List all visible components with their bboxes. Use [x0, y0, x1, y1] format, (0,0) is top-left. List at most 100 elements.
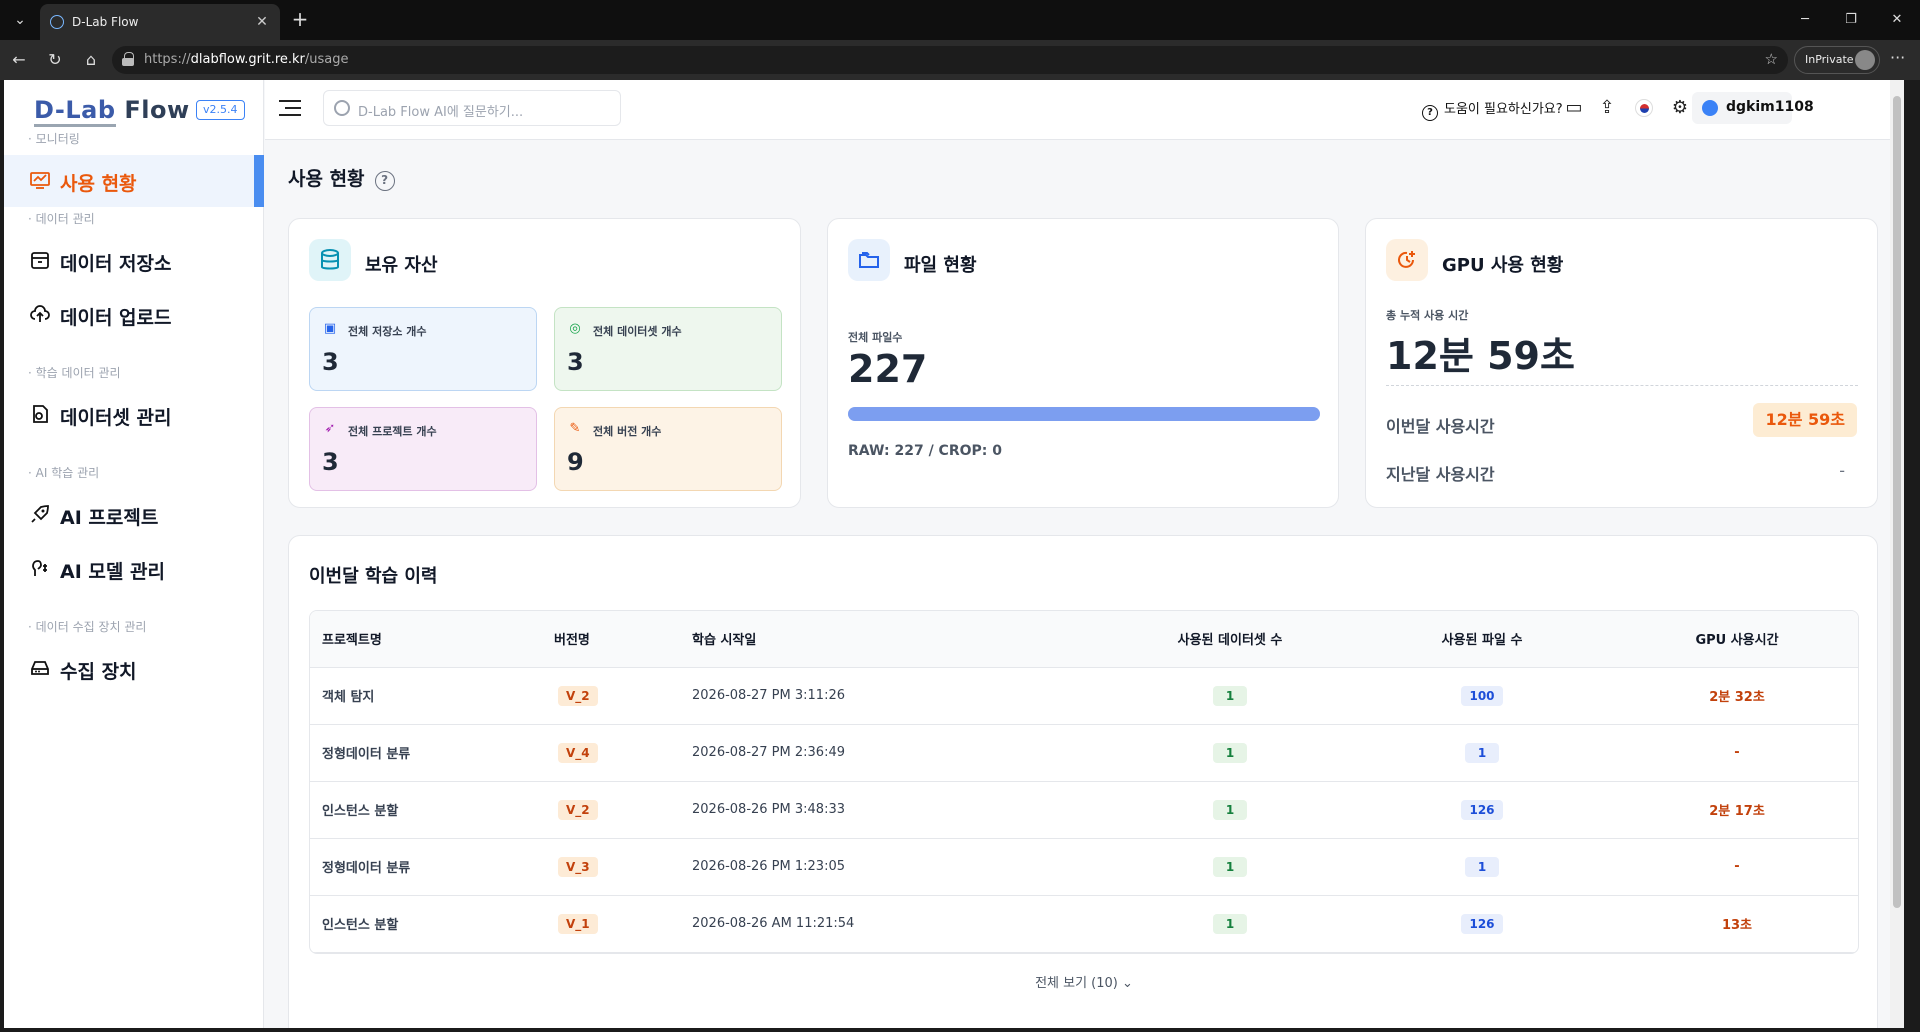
- browser-toolbar: ← ↻ ⌂ https://dlabflow.grit.re.kr/usage …: [0, 40, 1920, 80]
- back-icon[interactable]: ←: [6, 48, 32, 72]
- table-cell: -: [1616, 724, 1858, 782]
- brain-icon: ✎: [569, 421, 581, 436]
- rocket-icon: ➶: [324, 421, 336, 436]
- files-card: 파일 현황 전체 파일수 227 RAW: 227 / CROP: 0: [827, 218, 1339, 508]
- brain-icon: [32, 560, 47, 576]
- gear-icon[interactable]: ⚙: [1668, 96, 1692, 120]
- asset-stat-value: 9: [567, 448, 584, 476]
- url-text: https://dlabflow.grit.re.kr/usage: [144, 52, 349, 67]
- ai-question-input[interactable]: D-Lab Flow AI에 질문하기...: [323, 90, 621, 126]
- asset-stat-label: 전체 저장소 개수: [348, 325, 427, 338]
- close-window-icon[interactable]: ✕: [1882, 8, 1912, 32]
- table-cell: 1: [1112, 724, 1348, 782]
- table-cell: 1: [1348, 724, 1616, 782]
- chevron-down-icon: ⌄: [1122, 976, 1133, 991]
- device-icon: [31, 661, 49, 675]
- table-cell: 2026-08-27 PM 2:36:49: [692, 724, 1112, 782]
- asset-stat-value: 3: [567, 348, 584, 376]
- favorite-star-icon[interactable]: ☆: [1765, 50, 1778, 68]
- help-question-icon[interactable]: ?: [374, 171, 395, 191]
- view-all-button[interactable]: 전체 보기 (10) ⌄: [289, 972, 1879, 991]
- inprivate-button[interactable]: InPrivate: [1794, 46, 1880, 74]
- table-row[interactable]: 인스턴스 분할 V_1 2026-08-26 AM 11:21:54 1 126 13초: [310, 895, 1858, 953]
- project-cell: 정형데이터 분류: [322, 861, 411, 876]
- folders-icon: [848, 239, 890, 281]
- cloud-upload-icon: [30, 305, 50, 322]
- korea-flag-icon[interactable]: [1635, 99, 1653, 117]
- col-gpu[interactable]: GPU 사용시간: [1616, 611, 1858, 668]
- table-row[interactable]: 객체 탐지 V_2 2026-08-27 PM 3:11:26 1 100 2분 32초: [310, 667, 1858, 725]
- new-tab-icon[interactable]: +: [288, 8, 312, 32]
- table-header-row: 프로젝트명 버전명 학습 시작일 사용된 데이터셋 수 사용된 파일 수 GPU…: [310, 611, 1858, 668]
- monitor-chart-icon: [30, 172, 50, 189]
- sidebar-item-usage[interactable]: 사용 현황: [4, 155, 264, 207]
- gpu-time-cell: 13초: [1721, 918, 1753, 933]
- archive-box-icon: [31, 252, 49, 269]
- table-row[interactable]: 인스턴스 분할 V_2 2026-08-26 PM 3:48:33 1 126 2분 17…: [310, 781, 1858, 839]
- cloud-upload-icon[interactable]: ⇪: [1595, 96, 1619, 120]
- close-tab-icon[interactable]: ✕: [252, 12, 272, 32]
- more-options-icon[interactable]: ···: [1890, 48, 1905, 67]
- rocket-icon: [31, 505, 49, 523]
- table-row[interactable]: 정형데이터 분류 V_3 2026-08-26 PM 1:23:05 1 1 -: [310, 838, 1858, 896]
- asset-stat-tile[interactable]: ▣ 전체 저장소 개수 3: [309, 307, 537, 391]
- table-cell: 2026-08-27 PM 3:11:26: [692, 667, 1112, 725]
- sidebar-item-device[interactable]: 수집 장치: [4, 643, 264, 695]
- restore-icon[interactable]: ❐: [1836, 8, 1866, 32]
- archive-icon[interactable]: ▭: [1562, 96, 1586, 120]
- asset-stat-tile[interactable]: ➶ 전체 프로젝트 개수 3: [309, 407, 537, 491]
- version-badge: V_3: [558, 856, 598, 877]
- asset-stat-value: 3: [322, 348, 339, 376]
- project-cell: 객체 탐지: [322, 690, 375, 705]
- app-logo[interactable]: D-Lab Flow: [34, 96, 190, 127]
- sidebar-item-data-storage[interactable]: 데이터 저장소: [4, 235, 264, 287]
- project-cell: 인스턴스 분할: [322, 804, 399, 819]
- table-row[interactable]: 정형데이터 분류 V_4 2026-08-27 PM 2:36:49 1 1 -: [310, 724, 1858, 782]
- start-date-cell: 2026-08-26 AM 11:21:54: [692, 916, 855, 931]
- version-badge: V_2: [558, 799, 598, 820]
- total-files-value: 227: [848, 347, 928, 391]
- table-cell: V_2: [554, 667, 692, 725]
- sidebar-item-dataset[interactable]: 데이터셋 관리: [4, 389, 264, 441]
- sidebar-item-ai-project[interactable]: AI 프로젝트: [4, 489, 264, 541]
- browser-tab[interactable]: D-Lab Flow ✕: [40, 4, 280, 40]
- table-cell: 1: [1112, 838, 1348, 896]
- user-menu[interactable]: dgkim1108: [1692, 92, 1814, 124]
- sidebar-item-ai-model[interactable]: AI 모델 관리: [4, 543, 264, 595]
- sidebar-item-data-upload[interactable]: 데이터 업로드: [4, 289, 264, 341]
- files-badge: 1: [1465, 742, 1499, 763]
- section-label-training-data: · 학습 데이터 관리: [28, 366, 121, 380]
- address-bar[interactable]: https://dlabflow.grit.re.kr/usage ☆: [112, 46, 1788, 74]
- gpu-card: GPU 사용 현황 총 누적 사용 시간 12분 59초 이번달 사용시간 12…: [1365, 218, 1878, 508]
- project-cell: 인스턴스 분할: [322, 918, 399, 933]
- table-cell: 객체 탐지: [310, 667, 554, 725]
- gpu-total-value: 12분 59초: [1386, 334, 1575, 378]
- files-title: 파일 현황: [904, 255, 977, 276]
- asset-stat-label: 전체 프로젝트 개수: [348, 425, 437, 438]
- minimize-icon[interactable]: ─: [1790, 8, 1820, 32]
- asset-stat-tile[interactable]: ✎ 전체 버전 개수 9: [554, 407, 782, 491]
- col-project[interactable]: 프로젝트명: [310, 611, 554, 668]
- refresh-icon[interactable]: ↻: [42, 48, 68, 72]
- menu-toggle-icon[interactable]: [279, 98, 301, 118]
- page-scrollbar[interactable]: [1890, 80, 1904, 1028]
- col-start[interactable]: 학습 시작일: [692, 611, 1112, 668]
- col-version[interactable]: 버전명: [554, 611, 692, 668]
- files-badge: 1: [1465, 856, 1499, 877]
- tab-actions-chevron-icon[interactable]: ⌄: [6, 8, 34, 32]
- asset-stat-tile[interactable]: ◎ 전체 데이터셋 개수 3: [554, 307, 782, 391]
- table-cell: 13초: [1616, 895, 1858, 953]
- scrollbar-thumb[interactable]: [1893, 96, 1901, 908]
- col-datasets[interactable]: 사용된 데이터셋 수: [1112, 611, 1348, 668]
- col-files[interactable]: 사용된 파일 수: [1348, 611, 1616, 668]
- help-link[interactable]: ? 도움이 필요하신가요?: [1422, 98, 1563, 121]
- datasets-badge: 1: [1213, 799, 1247, 820]
- home-icon[interactable]: ⌂: [78, 48, 104, 72]
- archive-box-icon: ▣: [323, 321, 337, 336]
- last-month-label: 지난달 사용시간: [1386, 465, 1495, 484]
- question-icon: ?: [1422, 105, 1438, 121]
- page-title: 사용 현황?: [288, 164, 395, 191]
- table-cell: V_4: [554, 724, 692, 782]
- files-badge: 126: [1461, 913, 1503, 934]
- gpu-time-cell: -: [1734, 859, 1740, 874]
